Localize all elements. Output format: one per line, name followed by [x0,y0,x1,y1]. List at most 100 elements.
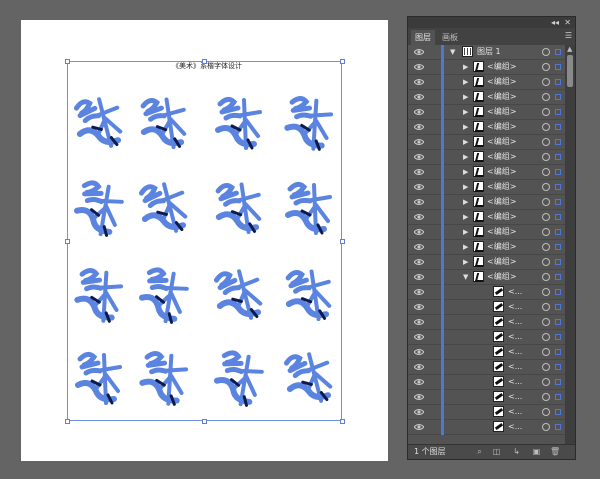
group-row[interactable]: ▼ <编组> [408,270,565,285]
selection-indicator[interactable] [555,364,561,370]
expand-open-icon[interactable]: ▼ [463,273,468,281]
expand-closed-icon[interactable]: ▶ [463,108,468,116]
expand-closed-icon[interactable]: ▶ [463,123,468,131]
eye-icon[interactable] [414,183,424,191]
target-icon[interactable] [542,108,550,116]
expand-closed-icon[interactable]: ▶ [463,138,468,146]
path-row[interactable]: <... [408,360,565,375]
new-sublayer-icon[interactable]: ↳ [512,447,521,456]
handle-top-left[interactable] [65,59,70,64]
selection-indicator[interactable] [555,94,561,100]
target-icon[interactable] [542,303,550,311]
eye-icon[interactable] [414,198,424,206]
calligraphy-glyph[interactable] [280,345,336,411]
scroll-up-icon[interactable]: ▲ [567,45,572,53]
target-icon[interactable] [542,63,550,71]
path-row[interactable]: <... [408,375,565,390]
group-row[interactable]: ▶ <编组> [408,210,565,225]
calligraphy-glyph[interactable] [280,175,336,241]
handle-bottom-center[interactable] [202,419,207,424]
eye-icon[interactable] [414,213,424,221]
selection-indicator[interactable] [555,379,561,385]
make-clip-icon[interactable]: ◫ [492,447,501,456]
group-row[interactable]: ▶ <编组> [408,195,565,210]
eye-icon[interactable] [414,333,424,341]
target-icon[interactable] [542,153,550,161]
selection-indicator[interactable] [555,169,561,175]
eye-icon[interactable] [414,363,424,371]
eye-icon[interactable] [414,378,424,386]
eye-icon[interactable] [414,303,424,311]
handle-top-center[interactable] [202,59,207,64]
eye-icon[interactable] [414,48,424,56]
target-icon[interactable] [542,333,550,341]
calligraphy-glyph[interactable] [135,90,191,156]
selection-indicator[interactable] [555,109,561,115]
path-row[interactable]: <... [408,405,565,420]
target-icon[interactable] [542,423,550,431]
selection-indicator[interactable] [555,124,561,130]
handle-middle-right[interactable] [340,239,345,244]
selection-indicator[interactable] [555,79,561,85]
calligraphy-glyph[interactable] [210,175,266,241]
expand-closed-icon[interactable]: ▶ [463,258,468,266]
selection-indicator[interactable] [555,199,561,205]
selection-indicator[interactable] [555,154,561,160]
expand-closed-icon[interactable]: ▶ [463,168,468,176]
eye-icon[interactable] [414,318,424,326]
selection-indicator[interactable] [555,394,561,400]
selection-indicator[interactable] [555,139,561,145]
target-icon[interactable] [542,123,550,131]
group-row[interactable]: ▶ <编组> [408,75,565,90]
expand-closed-icon[interactable]: ▶ [463,153,468,161]
group-row[interactable]: ▶ <编组> [408,240,565,255]
calligraphy-glyph[interactable] [70,90,126,156]
expand-closed-icon[interactable]: ▶ [463,63,468,71]
path-row[interactable]: <... [408,315,565,330]
expand-closed-icon[interactable]: ▶ [463,78,468,86]
eye-icon[interactable] [414,408,424,416]
expand-closed-icon[interactable]: ▶ [463,183,468,191]
panel-title-bar[interactable]: ◂◂ ✕ [408,17,575,28]
selection-indicator[interactable] [555,229,561,235]
selection-indicator[interactable] [555,214,561,220]
target-icon[interactable] [542,393,550,401]
path-row[interactable]: <... [408,330,565,345]
eye-icon[interactable] [414,273,424,281]
target-icon[interactable] [542,318,550,326]
handle-bottom-right[interactable] [340,419,345,424]
selection-indicator[interactable] [555,319,561,325]
path-row[interactable]: <... [408,345,565,360]
target-icon[interactable] [542,348,550,356]
path-row[interactable]: <... [408,420,565,435]
target-icon[interactable] [542,288,550,296]
scroll-thumb[interactable] [567,55,573,87]
path-row[interactable]: <... [408,285,565,300]
target-icon[interactable] [542,138,550,146]
target-icon[interactable] [542,168,550,176]
selection-indicator[interactable] [555,259,561,265]
selection-indicator[interactable] [555,424,561,430]
calligraphy-glyph[interactable] [70,175,126,241]
expand-closed-icon[interactable]: ▶ [463,198,468,206]
eye-icon[interactable] [414,228,424,236]
collapse-icon[interactable]: ◂◂ [551,17,559,28]
calligraphy-glyph[interactable] [135,262,191,328]
group-row[interactable]: ▶ <编组> [408,165,565,180]
group-row[interactable]: ▶ <编组> [408,105,565,120]
group-row[interactable]: ▶ <编组> [408,60,565,75]
expand-closed-icon[interactable]: ▶ [463,213,468,221]
selection-indicator[interactable] [555,304,561,310]
target-icon[interactable] [542,48,550,56]
menu-icon[interactable]: ☰ [565,31,572,40]
eye-icon[interactable] [414,108,424,116]
close-icon[interactable]: ✕ [564,17,571,28]
group-row[interactable]: ▶ <编组> [408,135,565,150]
group-row[interactable]: ▶ <编组> [408,225,565,240]
eye-icon[interactable] [414,63,424,71]
scrollbar[interactable]: ▲ ▼ [565,45,575,453]
tab-layers[interactable]: 图层 [411,30,435,45]
calligraphy-glyph[interactable] [280,262,336,328]
handle-bottom-left[interactable] [65,419,70,424]
calligraphy-glyph[interactable] [135,175,191,241]
